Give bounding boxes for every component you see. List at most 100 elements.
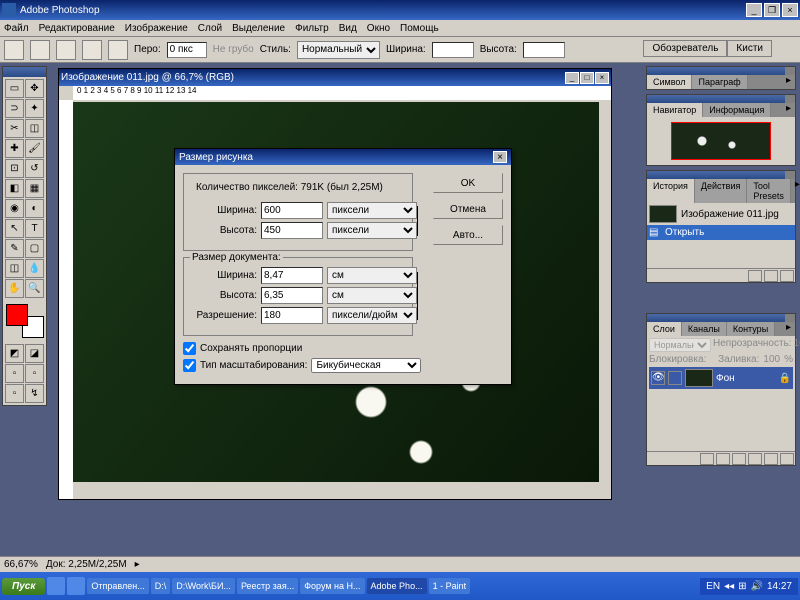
px-width-input[interactable] (261, 202, 323, 219)
tab-paths[interactable]: Контуры (727, 322, 775, 336)
nav-thumbnail[interactable] (671, 122, 771, 160)
status-arrow-icon[interactable]: ▸ (135, 559, 140, 570)
tab-layers[interactable]: Слои (647, 322, 682, 336)
menu-edit[interactable]: Редактирование (39, 23, 115, 34)
slice-tool[interactable]: ◫ (25, 119, 44, 138)
panel-menu-icon[interactable] (785, 67, 795, 75)
tab-toolpresets[interactable]: Tool Presets (747, 179, 791, 203)
tab-character[interactable]: Символ (647, 75, 692, 89)
tab-browser[interactable]: Обозреватель (643, 40, 727, 57)
doc-titlebar[interactable]: Изображение 011.jpg @ 66,7% (RGB) _ □ × (59, 69, 611, 86)
quicklaunch-icon[interactable] (67, 577, 85, 595)
folder-icon[interactable] (732, 453, 746, 465)
px-height-input[interactable] (261, 222, 323, 239)
crop-tool[interactable]: ✂ (5, 119, 24, 138)
history-snapshot[interactable]: Изображение 011.jpg (647, 203, 795, 225)
clock[interactable]: 14:27 (767, 581, 792, 592)
tab-paragraph[interactable]: Параграф (692, 75, 747, 89)
tab-brushes[interactable]: Кисти (727, 40, 772, 57)
resolution-unit[interactable]: пиксели/дюйм (327, 307, 417, 324)
resample-checkbox[interactable] (183, 359, 196, 372)
auto-button[interactable]: Авто... (433, 225, 503, 245)
panel-arrow-icon[interactable]: ▸ (782, 75, 795, 89)
doc-height-unit[interactable]: см (327, 287, 417, 304)
tray-icon[interactable]: ◂◂ (724, 581, 734, 592)
panel-arrow-icon[interactable]: ▸ (791, 179, 800, 203)
notes-tool[interactable]: ◫ (5, 259, 24, 278)
lang-indicator[interactable]: EN (706, 581, 720, 592)
maximize-button[interactable]: ❐ (764, 3, 780, 17)
menu-filter[interactable]: Фильтр (295, 23, 329, 34)
task-item[interactable]: Adobe Pho... (367, 578, 427, 594)
menu-window[interactable]: Окно (367, 23, 390, 34)
doc-width-input[interactable] (261, 267, 323, 284)
gradient-tool[interactable]: ▦ (25, 179, 44, 198)
task-item[interactable]: Отправлен... (87, 578, 148, 594)
fx-icon[interactable] (700, 453, 714, 465)
eraser-tool[interactable]: ◧ (5, 179, 24, 198)
style-select[interactable]: Нормальный (297, 41, 380, 59)
task-item[interactable]: 1 - Paint (429, 578, 471, 594)
new-layer-icon[interactable] (764, 453, 778, 465)
tab-navigator[interactable]: Навигатор (647, 103, 703, 117)
dialog-titlebar[interactable]: Размер рисунка × (175, 149, 511, 165)
pen-tool[interactable]: ✎ (5, 239, 24, 258)
px-height-unit[interactable]: пиксели (327, 222, 417, 239)
status-zoom[interactable]: 66,67% (4, 559, 38, 570)
screen-std-icon[interactable]: ▫ (5, 364, 24, 383)
path-tool[interactable]: ↖ (5, 219, 24, 238)
history-state-open[interactable]: ▤ Открыть (647, 225, 795, 240)
hand-tool[interactable]: ✋ (5, 279, 24, 298)
eyedropper-tool[interactable]: 💧 (25, 259, 44, 278)
panel-arrow-icon[interactable]: ▸ (782, 322, 795, 336)
dialog-close-button[interactable]: × (493, 151, 507, 163)
antialias-checkbox[interactable]: Не грубо (213, 44, 254, 55)
screen-full-menu-icon[interactable]: ▫ (25, 364, 44, 383)
quickmask-edit-icon[interactable]: ◪ (25, 344, 44, 363)
minimize-button[interactable]: _ (746, 3, 762, 17)
eye-icon[interactable]: 👁 (651, 371, 665, 385)
panel-arrow-icon[interactable]: ▸ (782, 103, 795, 117)
panel-menu-icon[interactable] (785, 95, 795, 103)
tray-icon[interactable]: 🔊 (751, 581, 763, 592)
trash-icon[interactable] (780, 270, 794, 282)
move-tool[interactable]: ✥ (25, 79, 44, 98)
stamp-tool[interactable]: ⊡ (5, 159, 24, 178)
panel-menu-icon[interactable] (785, 314, 795, 322)
width-input[interactable] (432, 42, 474, 58)
status-doc[interactable]: Док: 2,25M/2,25M (46, 559, 127, 570)
task-item[interactable]: Реестр зая... (237, 578, 298, 594)
menu-layer[interactable]: Слой (198, 23, 222, 34)
type-tool[interactable]: T (25, 219, 44, 238)
marquee-int-icon[interactable] (108, 40, 128, 60)
tab-history[interactable]: История (647, 179, 695, 203)
resample-select[interactable]: Бикубическая (311, 358, 421, 373)
wand-tool[interactable]: ✦ (25, 99, 44, 118)
lasso-tool[interactable]: ⊃ (5, 99, 24, 118)
menu-view[interactable]: Вид (339, 23, 357, 34)
tool-preset-icon[interactable] (4, 40, 24, 60)
constrain-checkbox[interactable] (183, 342, 196, 355)
new-snapshot-icon[interactable] (748, 270, 762, 282)
ruler-horizontal[interactable]: 0 1 2 3 4 5 6 7 8 9 10 11 12 13 14 (73, 86, 611, 100)
toolbox-header[interactable] (3, 67, 46, 77)
resolution-input[interactable] (261, 307, 323, 324)
ok-button[interactable]: OK (433, 173, 503, 193)
brush-tool[interactable]: 🖌 (25, 139, 44, 158)
tray-icon[interactable]: ⊞ (738, 581, 746, 592)
doc-height-input[interactable] (261, 287, 323, 304)
menu-help[interactable]: Помощь (400, 23, 439, 34)
marquee-new-icon[interactable] (30, 40, 50, 60)
cancel-button[interactable]: Отмена (433, 199, 503, 219)
adjust-icon[interactable] (748, 453, 762, 465)
zoom-tool[interactable]: 🔍 (25, 279, 44, 298)
fg-color[interactable] (6, 304, 28, 326)
marquee-add-icon[interactable] (56, 40, 76, 60)
imageready-icon[interactable]: ↯ (25, 384, 44, 403)
trash-icon[interactable] (780, 453, 794, 465)
blur-tool[interactable]: ◉ (5, 199, 24, 218)
menu-image[interactable]: Изображение (125, 23, 188, 34)
marquee-tool[interactable]: ▭ (5, 79, 24, 98)
dodge-tool[interactable]: ◐ (25, 199, 44, 218)
new-doc-icon[interactable] (764, 270, 778, 282)
